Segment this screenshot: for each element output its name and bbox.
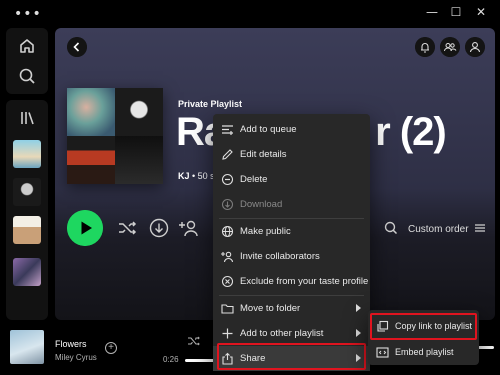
menu-item-label: Invite collaborators xyxy=(240,251,320,262)
library-item-thumbnail[interactable] xyxy=(13,216,41,244)
play-button[interactable] xyxy=(67,210,103,246)
minus-circle-icon xyxy=(221,173,234,186)
playlist-meta-suffix: • 50 s xyxy=(189,171,215,181)
download-icon[interactable] xyxy=(148,217,170,239)
context-menu: Add to queue Edit details Delete Downloa… xyxy=(213,114,370,371)
pencil-icon xyxy=(222,149,233,160)
maximize-button[interactable]: ☐ xyxy=(446,3,466,21)
shuffle-icon[interactable] xyxy=(116,217,138,239)
sort-dropdown[interactable]: Custom order xyxy=(408,223,486,235)
share-highlight-box xyxy=(217,343,366,370)
add-user-icon[interactable] xyxy=(179,217,201,239)
now-playing-artist[interactable]: Miley Cyrus xyxy=(55,353,97,362)
library-item-thumbnail[interactable] xyxy=(13,178,41,206)
cover-tile xyxy=(67,88,115,136)
sort-label: Custom order xyxy=(408,224,469,235)
globe-icon xyxy=(221,225,234,238)
menu-item-label: Move to folder xyxy=(240,303,301,314)
menu-item-add-to-queue[interactable]: Add to queue xyxy=(213,117,370,142)
download-icon xyxy=(221,198,234,211)
menu-item-label: Add to queue xyxy=(240,124,297,135)
library-item-thumbnail[interactable] xyxy=(13,258,41,286)
menu-item-label: Embed playlist xyxy=(395,347,454,357)
now-playing-title[interactable]: Flowers xyxy=(55,339,87,349)
menu-item-move-to-folder[interactable]: Move to folder xyxy=(213,296,370,321)
menu-item-download: Download xyxy=(213,192,370,217)
search-in-playlist-icon[interactable] xyxy=(380,217,402,239)
home-icon[interactable] xyxy=(17,36,37,56)
cover-tile xyxy=(67,136,115,184)
plus-icon xyxy=(222,328,233,339)
profile-icon[interactable] xyxy=(465,37,485,57)
menu-item-label: Make public xyxy=(240,226,291,237)
add-to-library-button[interactable]: + xyxy=(105,342,117,354)
queue-icon xyxy=(222,125,233,135)
elapsed-time: 0:26 xyxy=(163,355,179,364)
menu-item-label: Add to other playlist xyxy=(240,328,324,339)
shuffle-icon[interactable] xyxy=(187,334,201,348)
chevron-right-icon xyxy=(356,304,361,312)
back-button[interactable] xyxy=(67,37,87,57)
friend-activity-icon[interactable] xyxy=(440,37,460,57)
playlist-meta: KJ • 50 s xyxy=(178,171,215,181)
menu-item-exclude-taste-profile[interactable]: Exclude from your taste profile xyxy=(213,269,370,294)
list-icon xyxy=(475,224,486,232)
close-button[interactable]: ✕ xyxy=(471,3,491,21)
cover-tile xyxy=(115,136,163,184)
playlist-type-label: Private Playlist xyxy=(178,99,243,109)
cover-tile xyxy=(115,88,163,136)
title-bar: ••• — ☐ ✕ xyxy=(0,0,500,26)
menu-item-label: Edit details xyxy=(240,149,287,160)
user-add-icon xyxy=(221,251,234,263)
minimize-button[interactable]: — xyxy=(422,3,442,21)
share-submenu: Copy link to playlist Embed playlist xyxy=(368,310,479,365)
menu-item-edit-details[interactable]: Edit details xyxy=(213,142,370,167)
embed-icon xyxy=(376,347,389,358)
menu-item-invite-collaborators[interactable]: Invite collaborators xyxy=(213,244,370,269)
library-item-thumbnail[interactable] xyxy=(13,140,41,168)
notifications-icon[interactable] xyxy=(415,37,435,57)
library-panel xyxy=(6,100,48,320)
menu-item-embed-playlist[interactable]: Embed playlist xyxy=(368,340,479,365)
volume-slider[interactable] xyxy=(478,346,494,349)
menu-item-delete[interactable]: Delete xyxy=(213,167,370,192)
library-icon[interactable] xyxy=(17,108,37,128)
menu-item-make-public[interactable]: Make public xyxy=(213,219,370,244)
copy-link-highlight-box xyxy=(370,313,477,340)
menu-item-label: Exclude from your taste profile xyxy=(240,276,369,287)
app-menu-button[interactable]: ••• xyxy=(14,6,42,22)
progress-bar[interactable] xyxy=(185,359,215,362)
now-playing-cover[interactable] xyxy=(10,330,44,364)
folder-icon xyxy=(221,304,234,314)
nav-panel xyxy=(6,28,48,94)
page-title-tail: r (2) xyxy=(375,110,447,154)
chevron-right-icon xyxy=(356,329,361,337)
playlist-cover xyxy=(67,88,163,184)
search-icon[interactable] xyxy=(17,66,37,86)
menu-item-label: Download xyxy=(240,199,283,210)
block-icon xyxy=(221,275,234,288)
menu-item-label: Delete xyxy=(240,174,268,185)
playlist-owner[interactable]: KJ xyxy=(178,171,190,181)
